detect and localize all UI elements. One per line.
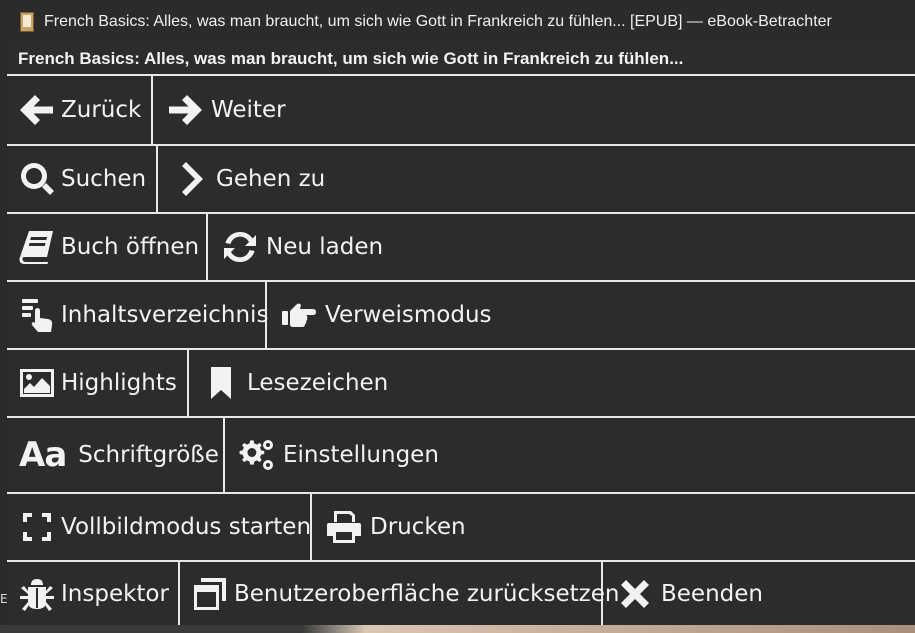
image-icon: [19, 363, 55, 403]
left-window-edge: E: [0, 0, 8, 633]
window-title: French Basics: Alles, was man braucht, u…: [44, 13, 832, 30]
book-icon: [19, 227, 55, 267]
toc-button[interactable]: Inhaltsverzeichnis: [7, 282, 269, 348]
back-label: Zurück: [61, 97, 142, 123]
gears-icon: [237, 435, 277, 475]
inspector-button[interactable]: Inspektor: [7, 562, 180, 625]
menu-row: Suchen Gehen zu: [7, 146, 915, 214]
refresh-icon: [220, 227, 260, 267]
bookmarks-label: Lesezeichen: [247, 370, 389, 396]
fullscreen-label: Vollbildmodus starten: [61, 514, 312, 540]
quit-button[interactable]: Beenden: [603, 562, 915, 625]
font-size-label: Schriftgröße: [78, 442, 219, 468]
close-icon: [615, 574, 655, 614]
ebook-viewer-app-icon: [19, 12, 35, 32]
menu-row: Highlights Lesezeichen: [7, 350, 915, 418]
book-title: French Basics: Alles, was man braucht, u…: [18, 49, 684, 68]
reload-label: Neu laden: [266, 234, 384, 260]
search-icon: [19, 159, 55, 199]
menu-row: Buch öffnen Neu laden: [7, 214, 915, 282]
reset-ui-label: Benutzeroberfläche zurücksetzen: [234, 580, 620, 607]
goto-label: Gehen zu: [216, 166, 326, 192]
open-book-label: Buch öffnen: [61, 234, 200, 260]
arrow-right-icon: [165, 90, 205, 130]
background-image-strip: [0, 625, 915, 633]
reset-ui-button[interactable]: Benutzeroberfläche zurücksetzen: [180, 562, 619, 625]
reload-button[interactable]: Neu laden: [208, 214, 915, 280]
bookmark-icon: [201, 363, 241, 403]
settings-label: Einstellungen: [283, 442, 439, 468]
back-button[interactable]: Zurück: [7, 76, 153, 144]
book-title-bar: French Basics: Alles, was man braucht, u…: [7, 44, 915, 76]
inspector-label: Inspektor: [61, 580, 169, 607]
menu-row: Inhaltsverzeichnis Verweismodus: [7, 282, 915, 350]
settings-button[interactable]: Einstellungen: [225, 418, 915, 492]
reference-mode-label: Verweismodus: [325, 302, 492, 328]
viewer-actions-menu: Zurück Weiter Suchen Gehen zu Buch öffne…: [7, 76, 915, 625]
highlights-label: Highlights: [61, 370, 177, 396]
window-titlebar: French Basics: Alles, was man braucht, u…: [7, 0, 915, 44]
forward-button[interactable]: Weiter: [153, 76, 915, 144]
fullscreen-button[interactable]: Vollbildmodus starten: [7, 494, 312, 560]
bug-icon: [19, 574, 55, 614]
font-size-button[interactable]: Aa Schriftgröße: [7, 418, 225, 492]
reference-mode-button[interactable]: Verweismodus: [267, 282, 915, 348]
pointing-hand-icon: [279, 295, 319, 335]
print-button[interactable]: Drucken: [312, 494, 915, 560]
printer-icon: [324, 507, 364, 547]
table-of-contents-icon: [19, 295, 55, 335]
menu-row: Inspektor Benutzeroberfläche zurücksetze…: [7, 562, 915, 625]
search-label: Suchen: [61, 166, 147, 192]
print-label: Drucken: [370, 514, 466, 540]
arrow-left-icon: [19, 90, 55, 130]
quit-label: Beenden: [661, 580, 763, 607]
bookmarks-button[interactable]: Lesezeichen: [189, 350, 915, 416]
menu-row: Vollbildmodus starten Drucken: [7, 494, 915, 562]
open-book-button[interactable]: Buch öffnen: [7, 214, 208, 280]
windows-icon: [192, 574, 228, 614]
menu-row: Zurück Weiter: [7, 76, 915, 146]
menu-row: Aa Schriftgröße Einstellungen: [7, 418, 915, 494]
search-button[interactable]: Suchen: [7, 146, 158, 212]
font-size-icon: Aa: [19, 435, 67, 475]
goto-button[interactable]: Gehen zu: [158, 146, 915, 212]
highlights-button[interactable]: Highlights: [7, 350, 189, 416]
chevron-right-icon: [170, 159, 210, 199]
expand-corners-icon: [19, 507, 55, 547]
toc-label: Inhaltsverzeichnis: [61, 302, 269, 328]
forward-label: Weiter: [211, 97, 286, 123]
